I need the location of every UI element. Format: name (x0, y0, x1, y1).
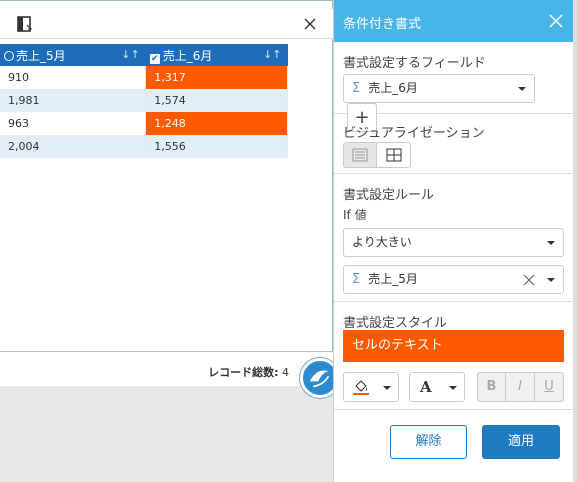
checkbox-icon[interactable]: ✔ (149, 53, 160, 64)
close-icon[interactable] (548, 13, 564, 29)
chevron-down-icon (518, 87, 526, 91)
sort-icon[interactable]: ↓↑ (263, 48, 281, 61)
chevron-down-icon (449, 386, 457, 390)
data-table: 売上_5月 ↓↑ ✔ 売上_6月 ↓↑ 910 1,317 1,981 1,574… (0, 44, 288, 158)
clear-icon[interactable] (523, 274, 535, 286)
column-header-june[interactable]: ✔ 売上_6月 ↓↑ (145, 44, 288, 66)
record-count-label: レコード総数: (208, 366, 279, 379)
font-color-dropdown[interactable]: A (409, 372, 465, 402)
table-row[interactable]: 910 1,317 (0, 66, 288, 89)
table-cell-highlighted[interactable]: 1,248 (145, 112, 288, 135)
column-label: 売上_6月 (162, 48, 213, 63)
text-format-option[interactable] (343, 142, 377, 168)
panel-title: 条件付き書式 (343, 17, 422, 32)
clear-button[interactable]: 解除 (390, 425, 467, 459)
italic-button[interactable]: I (506, 372, 535, 402)
bold-button[interactable]: B (477, 372, 506, 402)
apply-button[interactable]: 適用 (482, 425, 560, 459)
visualization-toggle (343, 142, 411, 168)
selected-field: 売上_6月 (368, 81, 418, 95)
grid-icon (386, 148, 401, 162)
sigma-icon: Σ (352, 272, 361, 287)
table-cell[interactable]: 963 (0, 112, 147, 135)
operator-select[interactable]: より大きい (343, 228, 564, 257)
radio-icon[interactable] (4, 50, 14, 61)
column-label: 売上_5月 (16, 48, 66, 63)
visualization-section: ビジュアライゼーション (334, 114, 573, 174)
table-cell-highlighted[interactable]: 1,317 (145, 66, 288, 89)
panel-toggle-icon[interactable] (17, 16, 33, 32)
cell-format-option[interactable] (377, 142, 411, 168)
grid-footer: レコード総数: 4 (0, 351, 333, 386)
sort-icon[interactable]: ↓↑ (121, 48, 139, 61)
table-cell[interactable]: 910 (0, 66, 147, 89)
table-cell[interactable]: 1,981 (0, 89, 147, 112)
record-count-value: 4 (282, 366, 289, 379)
section-title: 書式設定するフィールド (343, 56, 486, 71)
text-format-icon (352, 148, 368, 162)
table-row[interactable]: 2,004 1,556 (0, 135, 288, 158)
field-select[interactable]: Σ 売上_6月 (343, 74, 535, 103)
chevron-down-icon (383, 386, 391, 390)
rule-section: 書式設定ルール If 値 より大きい Σ 売上_5月 (334, 174, 573, 302)
field-section: 書式設定するフィールド Σ 売上_6月 + (334, 42, 573, 132)
style-section: 書式設定スタイル セルのテキスト A B I U (334, 302, 573, 410)
chevron-down-icon (547, 278, 555, 282)
grid-toolbar (0, 9, 333, 39)
if-value-label: If 値 (343, 208, 367, 222)
table-row[interactable]: 1,981 1,574 (0, 89, 288, 112)
compare-field-select[interactable]: Σ 売上_5月 (343, 265, 564, 294)
text-style-group: B I U (477, 372, 564, 402)
column-header-may[interactable]: 売上_5月 ↓↑ (0, 44, 146, 66)
section-title: 書式設定スタイル (343, 316, 448, 331)
font-icon: A (420, 378, 432, 396)
fill-color-dropdown[interactable] (343, 372, 399, 402)
section-title: 書式設定ルール (343, 188, 435, 203)
table-cell[interactable]: 1,556 (145, 135, 288, 158)
chevron-down-icon (547, 241, 555, 245)
grid-widget: 売上_5月 ↓↑ ✔ 売上_6月 ↓↑ 910 1,317 1,981 1,574… (0, 0, 333, 386)
paint-bucket-icon (353, 380, 369, 395)
conditional-format-panel: 条件付き書式 書式設定するフィールド Σ売上_6月 + ビジュアライゼーション (333, 0, 573, 482)
operator-value: より大きい (352, 235, 412, 249)
close-icon[interactable] (302, 16, 318, 32)
scrollbar-track[interactable] (573, 0, 577, 482)
style-preview[interactable]: セルのテキスト (343, 330, 564, 362)
sigma-icon: Σ (352, 81, 361, 96)
panel-header: 条件付き書式 (334, 0, 573, 42)
table-row[interactable]: 963 1,248 (0, 112, 288, 135)
table-cell[interactable]: 1,574 (145, 89, 288, 112)
table-cell[interactable]: 2,004 (0, 135, 147, 158)
compare-field-value: 売上_5月 (368, 272, 418, 286)
record-count: レコード総数: 4 (208, 364, 289, 380)
underline-button[interactable]: U (535, 372, 564, 402)
logo-icon (309, 370, 330, 388)
